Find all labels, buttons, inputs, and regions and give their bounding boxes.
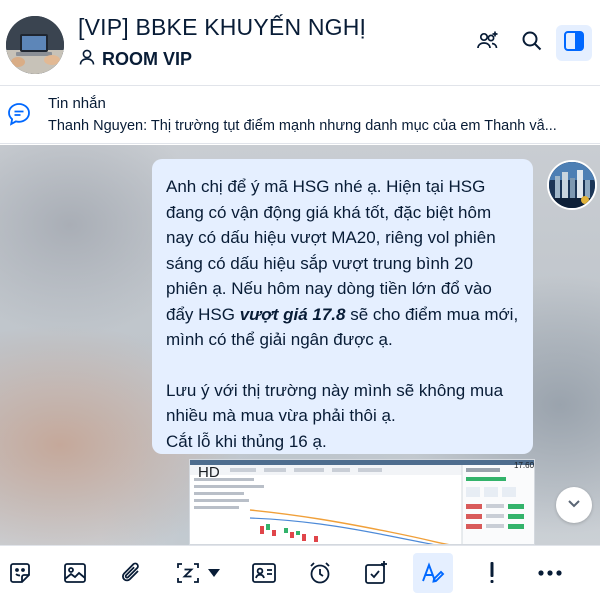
- sticker-icon: [7, 560, 33, 586]
- chat-bubble-icon: [6, 101, 32, 127]
- group-avatar[interactable]: [6, 16, 64, 74]
- highlight-price: vượt giá 17.8: [239, 304, 346, 324]
- more-icon: [537, 569, 563, 577]
- composer-toolbar: [0, 545, 600, 600]
- screenshot-icon: [174, 559, 202, 587]
- attachment-price: 17.60: [514, 461, 535, 470]
- image-button[interactable]: [55, 553, 95, 593]
- message-paragraph-1: Anh chị để ý mã HSG nhé ạ. Hiện tại HSG …: [166, 177, 519, 349]
- text-format-icon: [419, 559, 447, 587]
- reminder-icon: [307, 560, 333, 586]
- screenshot-options-button[interactable]: [200, 553, 228, 593]
- sidebar-toggle-button[interactable]: [556, 25, 592, 61]
- important-icon: [487, 560, 497, 586]
- pinned-preview: Thanh Nguyen: Thị trường tụt điểm mạnh n…: [48, 118, 557, 134]
- message-bubble[interactable]: Anh chị để ý mã HSG nhé ạ. Hiện tại HSG …: [152, 159, 533, 454]
- task-button[interactable]: [356, 553, 396, 593]
- task-icon: [362, 559, 390, 587]
- more-button[interactable]: [530, 553, 570, 593]
- sidebar-toggle-icon: [563, 30, 585, 57]
- chart-screenshot-attachment[interactable]: HD 17.60: [189, 459, 535, 545]
- group-title: [VIP] BBKE KHUYẾN NGHỊ: [78, 14, 367, 40]
- search-icon: [521, 30, 543, 57]
- message-paragraph-3: Cắt lỗ khi thủng 16 ạ.: [166, 431, 327, 451]
- sticker-button[interactable]: [0, 553, 40, 593]
- image-icon: [62, 560, 88, 586]
- important-button[interactable]: [472, 553, 512, 593]
- text-format-button[interactable]: [413, 553, 453, 593]
- dropdown-icon: [207, 568, 221, 578]
- pinned-title: Tin nhắn: [48, 95, 106, 112]
- contact-card-button[interactable]: [244, 553, 284, 593]
- chat-area: Anh chị để ý mã HSG nhé ạ. Hiện tại HSG …: [0, 145, 600, 545]
- add-member-icon: [476, 29, 500, 58]
- pinned-message-bar[interactable]: Tin nhắn Thanh Nguyen: Thị trường tụt đi…: [0, 86, 600, 144]
- attachment-label: HD: [198, 464, 220, 481]
- contact-card-icon: [250, 560, 278, 586]
- reminder-button[interactable]: [300, 553, 340, 593]
- search-button[interactable]: [514, 25, 550, 61]
- room-label: ROOM VIP: [102, 49, 193, 69]
- chat-header: [VIP] BBKE KHUYẾN NGHỊ ROOM VIP: [0, 0, 600, 86]
- attach-file-button[interactable]: [112, 553, 152, 593]
- message-paragraph-2: Lưu ý với thị trường này mình sẽ không m…: [166, 380, 504, 426]
- add-member-button[interactable]: [470, 25, 506, 61]
- chevron-down-icon: [565, 494, 583, 517]
- scroll-to-bottom-button[interactable]: [556, 487, 592, 523]
- room-row[interactable]: ROOM VIP: [78, 48, 192, 71]
- member-icon: [78, 48, 96, 71]
- sender-avatar[interactable]: [547, 160, 597, 210]
- attachment-icon: [119, 560, 145, 586]
